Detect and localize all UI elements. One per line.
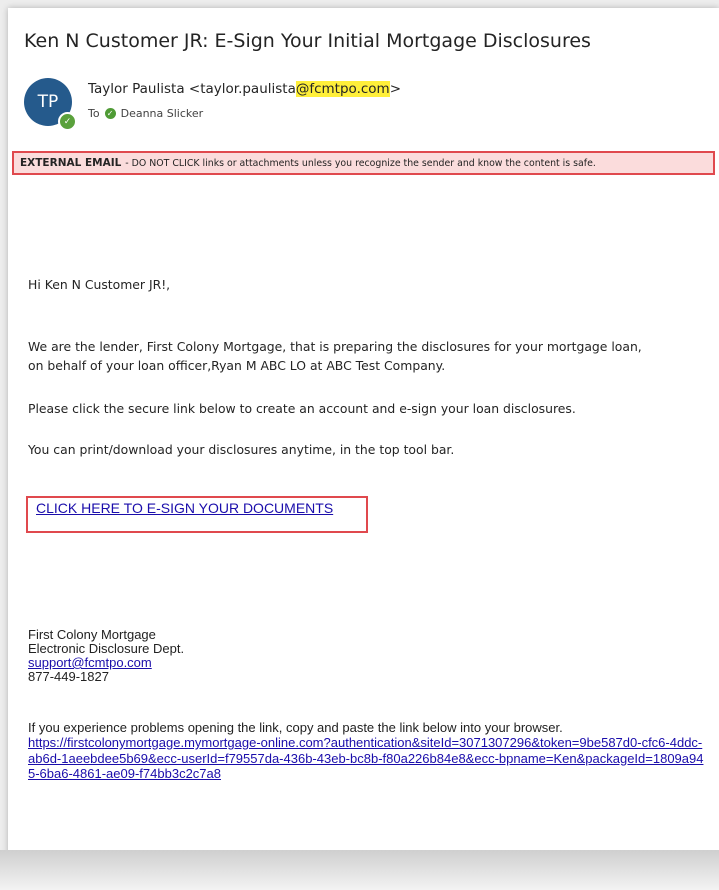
sender-domain-highlight: @fcmtpo.com — [295, 81, 390, 97]
recipients-line: To ✓ Deanna Slicker — [88, 107, 203, 120]
support-email-link[interactable]: support@fcmtpo.com — [28, 656, 152, 670]
body-para2: Please click the secure link below to cr… — [28, 401, 576, 416]
email-window: Ken N Customer JR: E-Sign Your Initial M… — [8, 8, 719, 858]
body-para1-line1: We are the lender, First Colony Mortgage… — [28, 339, 642, 354]
footer-note: If you experience problems opening the l… — [28, 720, 563, 735]
sender-line[interactable]: Taylor Paulista <taylor.paulista@fcmtpo.… — [88, 81, 401, 97]
email-subject: Ken N Customer JR: E-Sign Your Initial M… — [24, 30, 591, 52]
recipient-status-icon: ✓ — [104, 108, 116, 119]
external-email-banner: EXTERNAL EMAIL - DO NOT CLICK links or a… — [12, 151, 715, 175]
esign-link[interactable]: CLICK HERE TO E-SIGN YOUR DOCUMENTS — [36, 500, 333, 516]
to-label: To — [88, 107, 100, 120]
body-para1-line2: on behalf of your loan officer,Ryan M AB… — [28, 358, 446, 373]
banner-text: - DO NOT CLICK links or attachments unle… — [125, 157, 596, 169]
recipient-name[interactable]: Deanna Slicker — [121, 107, 204, 120]
direct-access-link[interactable]: https://firstcolonymortgage.mymortgage-o… — [28, 735, 708, 782]
signature-company: First Colony Mortgage — [28, 627, 156, 642]
banner-title: EXTERNAL EMAIL — [20, 157, 122, 169]
greeting: Hi Ken N Customer JR!, — [28, 277, 171, 292]
body-para3: You can print/download your disclosures … — [28, 442, 455, 457]
screenshot-bottom-fade — [0, 850, 719, 890]
avatar-initials: TP — [37, 92, 59, 112]
verified-check-icon: ✓ — [58, 112, 77, 131]
signature-phone: 877-449-1827 — [28, 669, 109, 684]
signature-dept: Electronic Disclosure Dept. — [28, 641, 185, 656]
sender-name: Taylor Paulista <taylor.paulista — [88, 81, 296, 97]
sender-suffix: > — [389, 81, 402, 97]
